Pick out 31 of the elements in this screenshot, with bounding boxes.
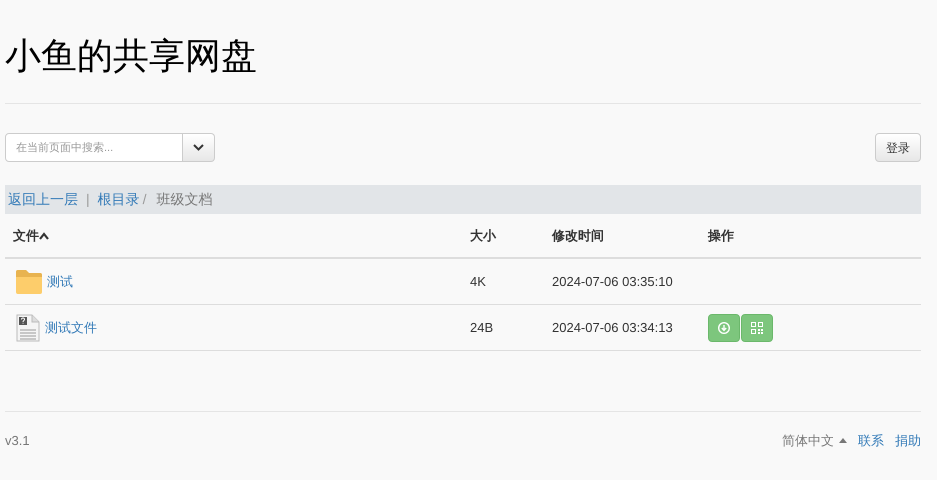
download-button[interactable] <box>708 314 740 342</box>
table-cell: 2024-07-06 03:34:13 <box>552 320 673 335</box>
qr-code-button[interactable] <box>741 314 773 342</box>
footer-link[interactable]: 捐助 <box>895 431 921 450</box>
qr-code-icon <box>751 322 763 334</box>
language-selector[interactable]: 简体中文 <box>782 431 847 450</box>
download-icon <box>718 322 730 334</box>
file-link[interactable]: 测试文件 <box>45 318 97 338</box>
unknown-file-icon <box>15 314 41 342</box>
footer-link[interactable]: 联系 <box>858 431 884 450</box>
file-link[interactable]: 测试 <box>47 272 73 292</box>
column-header: 操作 <box>708 226 734 245</box>
table-cell: 4K <box>470 274 486 289</box>
table-cell: 24B <box>470 320 494 335</box>
search-field[interactable]: 在当前页面中搜索... <box>5 133 183 162</box>
column-header: 修改时间 <box>552 226 604 245</box>
table-cell: 2024-07-06 03:35:10 <box>552 274 673 289</box>
dropdown-button[interactable] <box>183 133 215 162</box>
breadcrumb-current: 班级文档 <box>156 190 213 209</box>
page-title: 小鱼的共享网盘 <box>5 35 257 77</box>
separator: | <box>86 190 90 209</box>
breadcrumb-link[interactable]: 根目录 <box>98 189 140 210</box>
column-header[interactable]: 文件 <box>13 226 39 246</box>
caret-up-icon <box>839 438 847 444</box>
login-button[interactable]: 登录 <box>875 133 921 162</box>
version-label: v3.1 <box>5 432 30 450</box>
folder-icon <box>15 268 43 294</box>
back-link[interactable]: 返回上一层 <box>8 189 78 210</box>
chevron-down-icon <box>193 144 204 151</box>
separator: / <box>142 190 147 209</box>
column-header: 大小 <box>470 226 496 245</box>
